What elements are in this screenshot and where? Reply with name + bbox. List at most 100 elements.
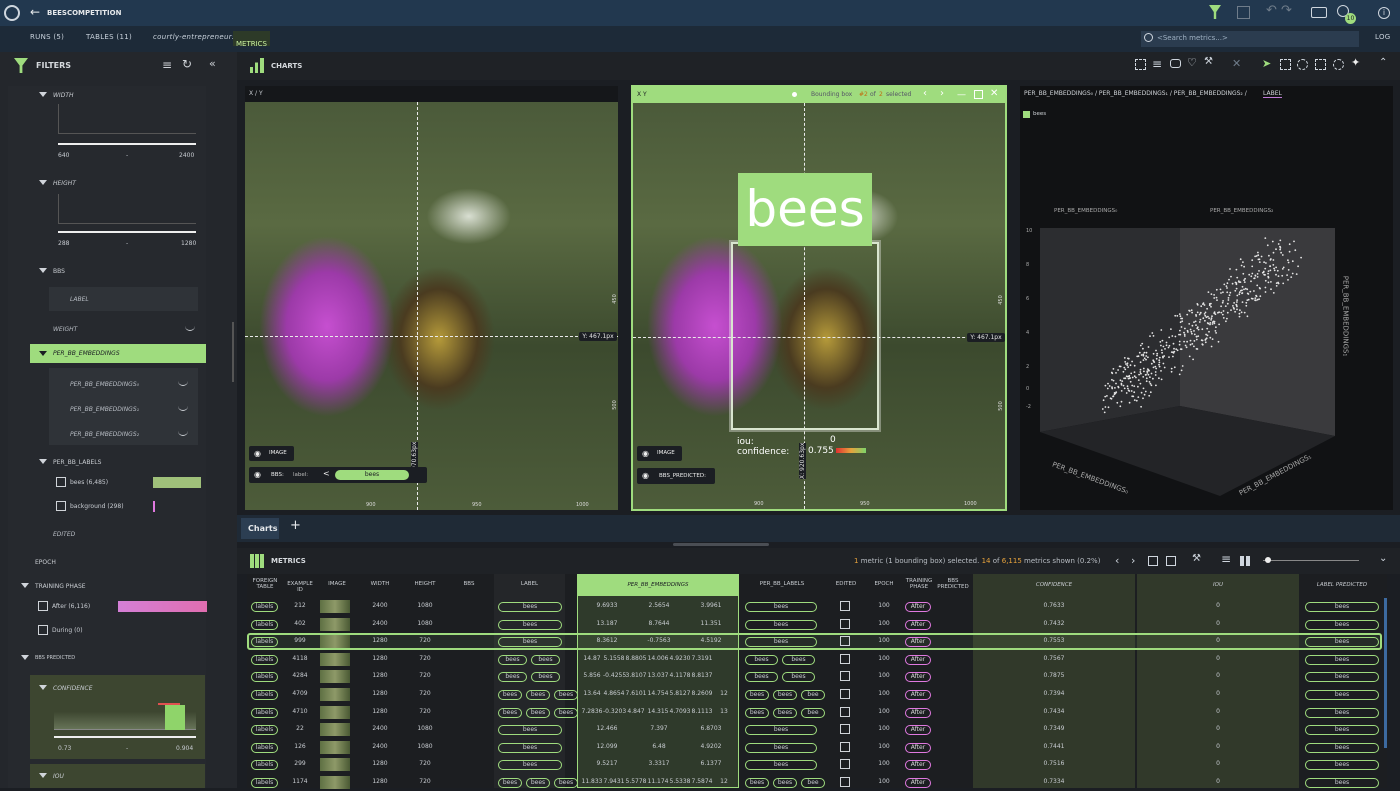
edited-checkbox[interactable] xyxy=(840,689,850,699)
training-phase-tag[interactable]: After xyxy=(905,637,931,648)
lasso-icon[interactable] xyxy=(1297,59,1308,70)
table-settings-icon[interactable]: ⚒ xyxy=(1192,553,1201,564)
filter-green-icon[interactable] xyxy=(1209,5,1221,19)
label-tag[interactable]: bees xyxy=(498,707,522,718)
collapse-width-icon[interactable] xyxy=(39,92,47,97)
column-header[interactable]: TRAINING PHASE xyxy=(901,578,937,590)
comment-icon[interactable] xyxy=(1170,59,1181,68)
foreign-table-tag[interactable]: labels xyxy=(251,707,278,718)
chevron-left-icon[interactable]: < xyxy=(323,469,330,478)
height-slider-track[interactable] xyxy=(58,231,196,233)
per-bb-label-tag[interactable]: bees xyxy=(773,690,797,700)
square-select-icon[interactable] xyxy=(1315,59,1326,70)
per-bb-label-tag[interactable]: bees xyxy=(773,778,797,788)
bee-image[interactable] xyxy=(245,102,618,510)
label-tag[interactable]: bees xyxy=(526,707,550,718)
foreign-table-tag[interactable]: labels xyxy=(251,742,278,753)
reset-icon[interactable]: ↻ xyxy=(182,57,192,71)
per-bb-label-tag[interactable]: bees xyxy=(782,672,815,683)
label-predicted-tag[interactable]: bees xyxy=(1305,742,1379,753)
image-thumbnail[interactable] xyxy=(320,723,350,737)
redo-icon[interactable]: ↷ xyxy=(1281,3,1292,18)
app-logo[interactable] xyxy=(4,5,20,21)
column-header[interactable]: IOU xyxy=(1137,582,1299,588)
image-thumbnail[interactable] xyxy=(320,776,350,789)
collapse-height-icon[interactable] xyxy=(39,180,47,185)
column-header[interactable]: EDITED xyxy=(827,581,865,587)
edited-checkbox[interactable] xyxy=(840,671,850,682)
bees-chip[interactable]: bees xyxy=(335,470,409,480)
add-chart-tab-button[interactable]: + xyxy=(290,518,301,533)
image-thumbnail[interactable] xyxy=(320,705,350,719)
edited-filter-label[interactable]: EDITED xyxy=(53,531,75,538)
after-checkbox[interactable] xyxy=(38,601,48,611)
label-predicted-tag[interactable]: bees xyxy=(1305,725,1379,736)
log-button[interactable]: LOG xyxy=(1375,33,1391,41)
column-header[interactable]: EPOCH xyxy=(869,581,899,587)
bbs-label-filter[interactable]: LABEL xyxy=(49,287,198,311)
edited-checkbox[interactable] xyxy=(840,759,850,770)
collapse-sidebar-icon[interactable]: « xyxy=(209,57,216,70)
per-bb-label-tag[interactable]: bees xyxy=(745,725,817,736)
label-tag[interactable]: bees xyxy=(526,690,550,700)
collapse-bbs-icon[interactable] xyxy=(39,268,47,273)
favorite-icon[interactable]: ♡ xyxy=(1187,56,1197,69)
tab-tables[interactable]: TABLES (11) xyxy=(86,33,132,41)
training-phase-tag[interactable]: After xyxy=(905,602,931,612)
per-bb-label-tag[interactable]: bees xyxy=(745,690,769,700)
confidence-slider-track[interactable] xyxy=(54,736,196,738)
training-phase-tag[interactable]: After xyxy=(905,654,931,665)
table-scrollbar[interactable] xyxy=(1384,598,1387,748)
column-header[interactable]: LABEL xyxy=(494,581,565,587)
column-header[interactable]: LABEL PREDICTED xyxy=(1302,582,1382,588)
zoom-slider-thumb[interactable] xyxy=(1265,557,1271,563)
chart-panel-image[interactable]: X / Y Y: 467.1px X: 970.63px 900 950 100… xyxy=(245,86,618,510)
tab-charts[interactable]: Charts xyxy=(241,518,279,539)
label-tag[interactable]: bees xyxy=(498,742,562,753)
collapse-charts-icon[interactable]: ⌃ xyxy=(1379,57,1387,68)
column-header[interactable]: BBS xyxy=(448,581,490,587)
label-tag[interactable]: bees xyxy=(498,637,562,648)
scatter-3d-plot[interactable] xyxy=(1020,196,1393,510)
collapse-confidence-icon[interactable] xyxy=(39,685,47,690)
foreign-table-tag[interactable]: labels xyxy=(251,690,278,700)
label-tag[interactable]: bees xyxy=(498,690,522,700)
edited-checkbox[interactable] xyxy=(840,724,850,735)
label-tag[interactable]: bees xyxy=(531,672,560,683)
weight-expand-icon[interactable] xyxy=(185,326,195,331)
maximize-icon[interactable] xyxy=(974,90,983,99)
edited-checkbox[interactable] xyxy=(840,706,850,717)
training-phase-tag[interactable]: After xyxy=(905,690,931,700)
training-phase-tag[interactable]: After xyxy=(905,778,931,788)
per-bb-label-tag[interactable]: bees xyxy=(745,654,778,665)
image-thumbnail[interactable] xyxy=(320,635,350,649)
image-thumbnail[interactable] xyxy=(320,740,350,754)
per-bb-label-tag[interactable]: bees xyxy=(745,742,817,753)
edited-checkbox[interactable] xyxy=(840,741,850,752)
image-layer-toggle[interactable]: ◉ IMAGE xyxy=(637,446,682,461)
per-bb-label-tag[interactable]: bees xyxy=(745,707,769,718)
next-bbox-icon[interactable]: › xyxy=(940,88,944,99)
info-icon[interactable]: i xyxy=(1378,7,1390,19)
predicted-bbox[interactable] xyxy=(731,242,879,430)
edit-icon[interactable] xyxy=(1237,6,1250,19)
foreign-table-tag[interactable]: labels xyxy=(251,725,278,736)
label-predicted-tag[interactable]: bees xyxy=(1305,778,1379,788)
per-bb-label-tag[interactable]: bees xyxy=(745,602,817,612)
box-select-icon[interactable] xyxy=(1280,59,1291,70)
label-tag[interactable]: bees xyxy=(498,654,527,665)
embedding-0-expand-icon[interactable] xyxy=(178,381,188,386)
list-icon[interactable]: ≡ xyxy=(1152,57,1162,71)
magic-wand-icon[interactable]: ✦ xyxy=(1351,56,1360,69)
embedding-2-expand-icon[interactable] xyxy=(178,431,188,436)
fit-view-icon[interactable] xyxy=(1135,59,1146,70)
label-tag[interactable]: bees xyxy=(498,760,562,771)
label-tag[interactable]: bees xyxy=(498,672,527,683)
label-predicted-tag[interactable]: bees xyxy=(1305,619,1379,630)
bbs-predicted-layer-toggle[interactable]: ◉ BBS_PREDICTED: xyxy=(637,468,715,484)
column-header[interactable]: CONFIDENCE xyxy=(973,582,1135,588)
label-predicted-tag[interactable]: bees xyxy=(1305,654,1379,665)
circle-select-icon[interactable] xyxy=(1333,59,1344,70)
next-page-icon[interactable]: › xyxy=(1131,554,1135,567)
tab-runs[interactable]: RUNS (5) xyxy=(30,33,64,41)
